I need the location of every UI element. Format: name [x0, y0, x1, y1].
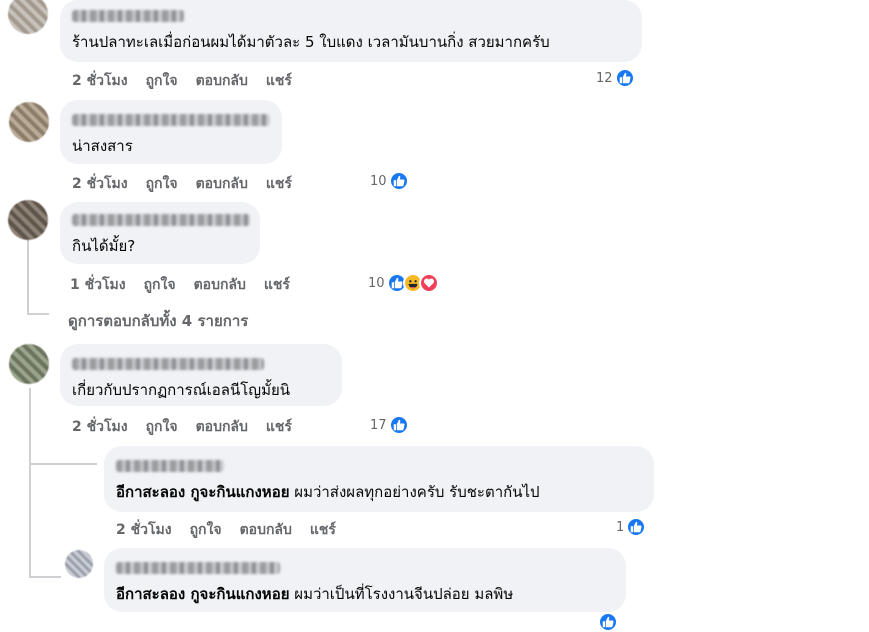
author-name-blurred[interactable] — [72, 114, 270, 126]
mention-link[interactable]: อีกาสะลอง กูจะกินแกงหอย — [116, 585, 290, 603]
comment-text: ร้านปลาทะเลเมื่อก่อนผมได้มาตัวละ 5 ใบแดง… — [72, 33, 550, 51]
like-icon — [626, 517, 647, 537]
timestamp-link[interactable]: 2 ชั่วโมง — [72, 173, 128, 195]
share-button[interactable]: แชร์ — [264, 274, 290, 296]
thread-line — [29, 388, 31, 578]
reply-button[interactable]: ตอบกลับ — [196, 416, 248, 438]
reply-button[interactable]: ตอบกลับ — [240, 519, 292, 541]
thread-line-branch — [29, 463, 97, 465]
comment-bubble: ร้านปลาทะเลเมื่อก่อนผมได้มาตัวละ 5 ใบแดง… — [60, 0, 642, 62]
timestamp-link[interactable]: 2 ชั่วโมง — [72, 70, 128, 92]
comment-actions: 2 ชั่วโมง ถูกใจ ตอบกลับ แชร์ — [72, 416, 310, 438]
like-button[interactable]: ถูกใจ — [146, 70, 178, 92]
avatar[interactable] — [9, 102, 49, 142]
share-button[interactable]: แชร์ — [266, 416, 292, 438]
reaction-summary[interactable] — [598, 612, 618, 632]
like-button[interactable]: ถูกใจ — [144, 274, 176, 296]
reply-text: อีกาสะลอง กูจะกินแกงหอย ผมว่าส่งผลทุกอย่… — [116, 482, 642, 502]
author-name-blurred[interactable] — [116, 562, 280, 574]
avatar[interactable] — [8, 0, 48, 34]
author-name-blurred[interactable] — [72, 10, 184, 22]
comment-bubble: น่าสงสาร — [60, 100, 282, 164]
reply-body: ผมว่าเป็นที่โรงงานจีนปล่อย มลพิษ — [294, 585, 514, 603]
reaction-count: 10 — [370, 173, 387, 189]
reaction-count: 10 — [368, 275, 385, 291]
reply-button[interactable]: ตอบกลับ — [196, 173, 248, 195]
comment-bubble: กินได้มั้ย? — [60, 202, 260, 264]
comment-text: เกี่ยวกับปรากฏการณ์เอลนีโญมั้ยนิ — [72, 381, 291, 399]
love-icon — [418, 273, 439, 293]
share-button[interactable]: แชร์ — [266, 70, 292, 92]
like-button[interactable]: ถูกใจ — [146, 173, 178, 195]
reply-body: ผมว่าส่งผลทุกอย่างครับ รับชะตากันไป — [294, 483, 540, 501]
reaction-count: 1 — [616, 519, 625, 535]
reaction-summary[interactable]: 12 — [596, 68, 635, 88]
avatar[interactable] — [65, 550, 93, 578]
reaction-count: 12 — [596, 70, 613, 86]
comment-bubble: เกี่ยวกับปรากฏการณ์เอลนีโญมั้ยนิ — [60, 344, 342, 406]
timestamp-link[interactable]: 2 ชั่วโมง — [72, 416, 128, 438]
reply-actions: 2 ชั่วโมง ถูกใจ ตอบกลับ แชร์ — [116, 519, 354, 541]
thread-line-curve — [27, 313, 49, 315]
comment-actions: 2 ชั่วโมง ถูกใจ ตอบกลับ แชร์ — [72, 173, 310, 195]
like-button[interactable]: ถูกใจ — [146, 416, 178, 438]
author-name-blurred[interactable] — [72, 214, 250, 226]
reply-text: อีกาสะลอง กูจะกินแกงหอย ผมว่าเป็นที่โรงง… — [116, 584, 614, 604]
thread-line-branch — [29, 576, 61, 578]
like-icon — [598, 612, 618, 632]
reaction-count: 17 — [370, 417, 387, 433]
timestamp-link[interactable]: 2 ชั่วโมง — [116, 519, 172, 541]
reply-button[interactable]: ตอบกลับ — [194, 274, 246, 296]
share-button[interactable]: แชร์ — [266, 173, 292, 195]
author-name-blurred[interactable] — [72, 358, 264, 370]
like-icon — [388, 415, 409, 435]
comment-actions: 1 ชั่วโมง ถูกใจ ตอบกลับ แชร์ — [70, 274, 308, 296]
reaction-summary[interactable]: 10 — [368, 273, 439, 293]
thread-line — [27, 240, 29, 315]
like-button[interactable]: ถูกใจ — [190, 519, 222, 541]
comment-text: กินได้มั้ย? — [72, 237, 136, 255]
comment-actions: 2 ชั่วโมง ถูกใจ ตอบกลับ แชร์ — [72, 70, 310, 92]
author-name-blurred[interactable] — [116, 460, 224, 472]
timestamp-link[interactable]: 1 ชั่วโมง — [70, 274, 126, 296]
avatar[interactable] — [9, 344, 49, 384]
like-icon — [388, 171, 409, 191]
reply-button[interactable]: ตอบกลับ — [196, 70, 248, 92]
reaction-summary[interactable]: 10 — [370, 171, 409, 191]
reaction-summary[interactable]: 17 — [370, 415, 409, 435]
reply-bubble: อีกาสะลอง กูจะกินแกงหอย ผมว่าเป็นที่โรงง… — [104, 548, 626, 612]
reply-bubble: อีกาสะลอง กูจะกินแกงหอย ผมว่าส่งผลทุกอย่… — [104, 446, 654, 512]
like-icon — [614, 68, 635, 88]
share-button[interactable]: แชร์ — [310, 519, 336, 541]
reaction-summary[interactable]: 1 — [616, 517, 647, 537]
comment-text: น่าสงสาร — [72, 137, 133, 155]
view-replies-link[interactable]: ดูการตอบกลับทั้ง 4 รายการ — [68, 309, 248, 333]
avatar[interactable] — [8, 200, 48, 240]
mention-link[interactable]: อีกาสะลอง กูจะกินแกงหอย — [116, 483, 290, 501]
